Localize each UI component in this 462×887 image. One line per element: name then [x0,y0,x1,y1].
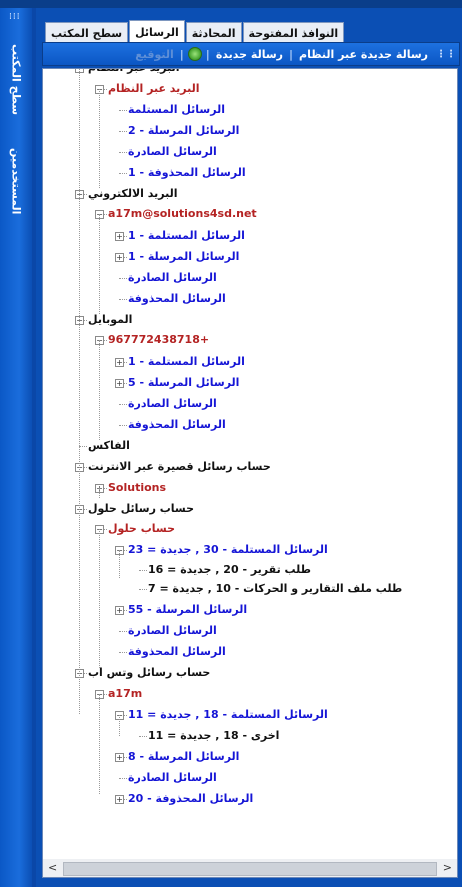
messages-panel: النوافذ المفتوحة المحادثة الرسائل سطح ال… [36,8,462,887]
tree-connector [139,736,147,737]
tab-messages[interactable]: الرسائل [129,20,185,43]
tree-connector [119,173,127,174]
tree-guide [99,89,100,188]
toolbar-separator: | [179,47,184,61]
tree-node[interactable]: الرسائل المحذوفة [128,416,226,434]
toolbar-grip-icon[interactable]: ⋮⋮ [433,49,459,60]
scroll-left-arrow-icon[interactable]: < [48,861,57,874]
tree-connector [119,404,127,405]
new-system-message-button[interactable]: رسالة جديدة عبر النظام [294,48,433,61]
tree-node[interactable]: الرسائل المرسلة - 55 [128,601,247,619]
tree-connector [119,131,127,132]
signature-button[interactable]: التوقيع [130,48,179,61]
tree-connector [119,778,127,779]
new-message-button[interactable]: رسالة جديدة [211,48,288,61]
tree-node[interactable]: اخرى - 18 , جديدة = 11 [148,727,279,745]
tree-node[interactable]: الرسائل المحذوفة - 1 [128,164,246,182]
tree-node[interactable]: الرسائل المرسلة - 2 [128,122,239,140]
tree-node[interactable]: حساب رسائل وتس اب [88,664,210,682]
tree-node[interactable]: طلب تقرير - 20 , جديدة = 16 [148,561,311,579]
tree-connector [119,631,127,632]
scroll-right-arrow-icon[interactable]: > [443,861,452,874]
tree-node[interactable]: Solutions [108,479,166,497]
tree-node[interactable]: الرسائل المحذوفة - 20 [128,790,253,808]
tree-node[interactable]: الرسائل المرسلة - 8 [128,748,239,766]
sidebar-tab-desktop[interactable]: سطح المكتب [5,30,27,130]
tree-node[interactable]: الرسائل المستلمة - 1 [128,227,245,245]
tree-guide [99,488,100,498]
tree-node[interactable]: طلب ملف التقارير و الحركات - 10 , جديدة … [148,580,402,598]
tree-connector [119,152,127,153]
scrollbar-thumb[interactable] [63,862,437,876]
expand-icon[interactable]: + [115,232,124,241]
tree-node[interactable]: a17m@solutions4sd.net [108,205,257,223]
sidebar-tab-users[interactable]: المستخدمين [5,136,27,226]
tree-node[interactable]: حساب رسائل حلول [88,500,194,518]
toolbar-separator: | [205,47,210,61]
tree-connector [119,652,127,653]
messages-tree[interactable]: −الرسائل−البريد عبر النظام−البريد عبر ال… [42,68,458,861]
expand-icon[interactable]: + [115,253,124,262]
tree-node[interactable]: الرسائل المستلمة - 18 , جديدة = 11 [128,706,328,724]
tree-node[interactable]: الرسائل المستلمة - 30 , جديدة = 23 [128,541,328,559]
refresh-icon[interactable] [187,47,202,61]
tree-connector [119,110,127,111]
tree-guide [99,694,100,794]
tree-node[interactable]: الرسائل المستلمة [128,101,225,119]
messages-toolbar: ⋮⋮ رسالة جديدة عبر النظام | رسالة جديدة … [42,42,460,66]
expand-icon[interactable]: + [115,753,124,762]
tree-node[interactable]: الرسائل الصادرة [128,622,217,640]
tree-node[interactable]: حساب حلول [108,520,175,538]
expand-icon[interactable]: + [115,379,124,388]
tree-node[interactable]: الرسائل الصادرة [128,395,217,413]
tree-node[interactable]: الفاكس [88,437,130,455]
horizontal-scrollbar[interactable]: < > [42,859,458,878]
tree-guide [119,550,120,578]
tree-node[interactable]: البريد عبر النظام [88,69,180,77]
tree-node[interactable]: الرسائل المحذوفة [128,290,226,308]
tree-connector [139,589,147,590]
tree-node[interactable]: حساب رسائل قصيرة عبر الانترنت [88,458,271,476]
tree-guide [119,715,120,736]
tree-node[interactable]: الرسائل الصادرة [128,769,217,787]
tree-connector [139,570,147,571]
tab-open-windows[interactable]: النوافذ المفتوحة [242,22,345,43]
expand-icon[interactable]: + [115,606,124,615]
expand-icon[interactable]: + [115,358,124,367]
tree-node[interactable]: الرسائل الصادرة [128,269,217,287]
tree-guide [99,340,100,440]
sidebar: ⁞⁞⁞ سطح المكتب المستخدمين [0,8,32,887]
tree-node[interactable]: الرسائل المرسلة - 1 [128,248,239,266]
tree-node[interactable]: الرسائل المرسلة - 5 [128,374,239,392]
title-strip [0,0,462,8]
tree-node[interactable]: a17m [108,685,142,703]
tree-connector [119,278,127,279]
tree-connector [119,299,127,300]
tab-chat[interactable]: المحادثة [185,22,242,43]
tree-node[interactable]: +967772438718 [108,331,209,349]
tree-node[interactable]: البريد الالكتروني [88,185,177,203]
toolbar-separator: | [288,47,294,61]
tree-guide [99,214,100,314]
tree-node[interactable]: الرسائل الصادرة [128,143,217,161]
tree-connector [119,425,127,426]
tree-node[interactable]: الرسائل المحذوفة [128,643,226,661]
tree-node[interactable]: الرسائل المستلمة - 1 [128,353,245,371]
expand-icon[interactable]: + [115,795,124,804]
tree-connector [79,446,87,447]
tree-node[interactable]: الموبايل [88,311,132,329]
tab-bar: النوافذ المفتوحة المحادثة الرسائل سطح ال… [44,20,345,43]
tree-node[interactable]: البريد عبر النظام [108,80,200,98]
tree-guide [99,529,100,668]
grip-icon[interactable]: ⁞⁞⁞ [9,12,21,22]
tree-guide [79,69,80,714]
tab-desktop[interactable]: سطح المكتب [45,22,129,43]
